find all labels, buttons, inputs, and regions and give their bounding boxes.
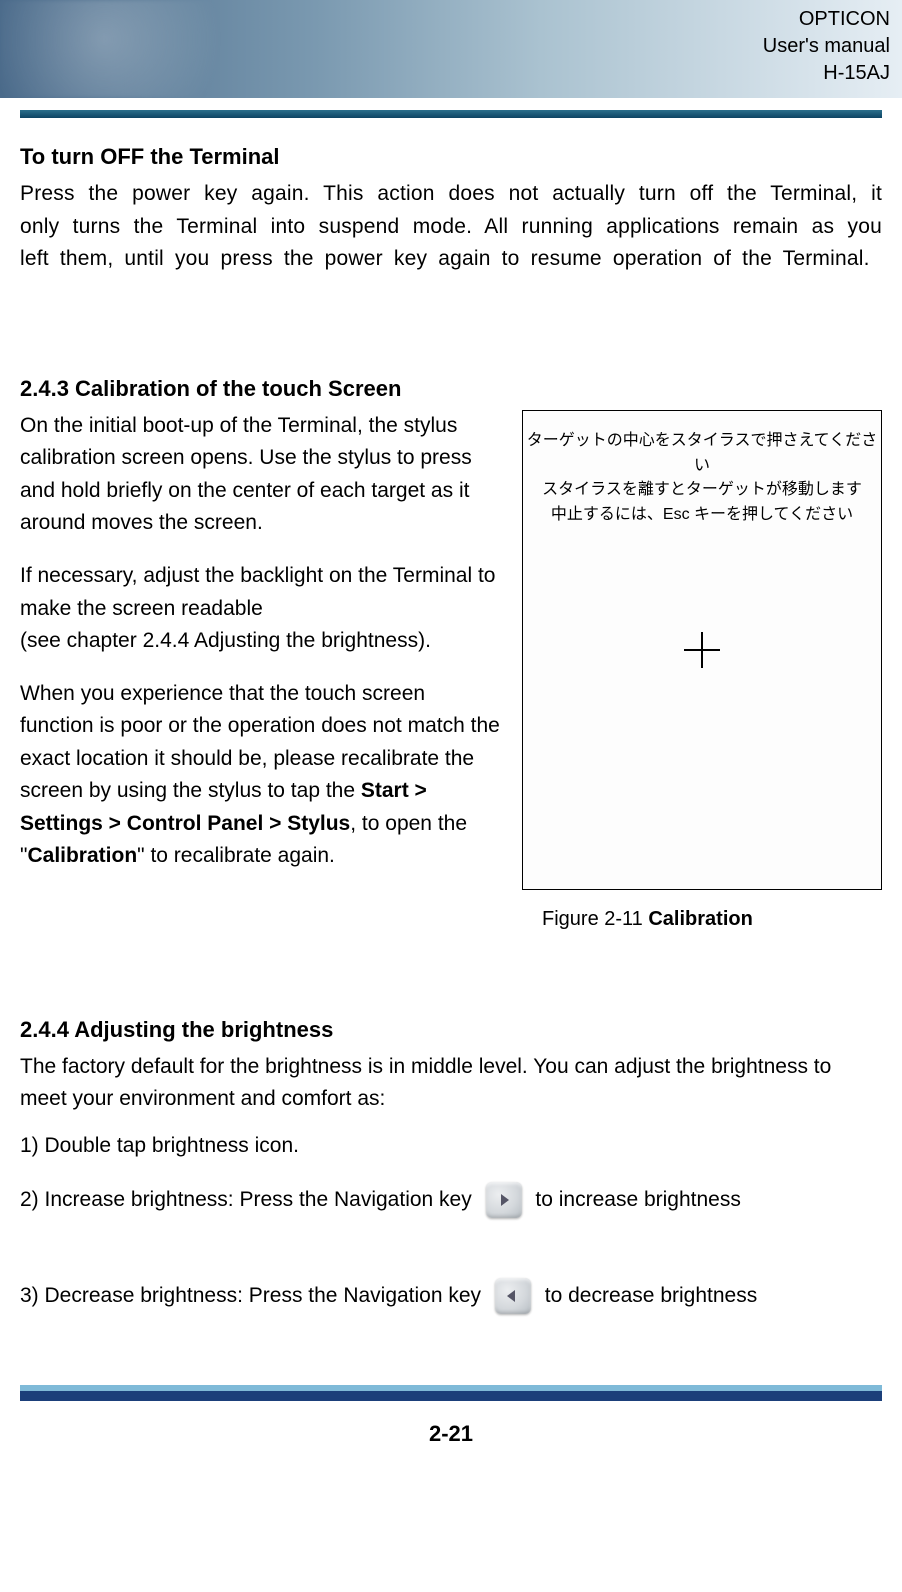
calibration-screenshot: ターゲットの中心をスタイラスで押さえてください スタイラスを離すとターゲットが移… [522, 410, 882, 890]
calib-instruction-jp-1: ターゲットの中心をスタイラスで押さえてください [523, 429, 881, 479]
header-text-block: OPTICON User's manual H-15AJ [763, 6, 890, 87]
spacer [20, 294, 882, 364]
nav-right-icon [486, 1182, 522, 1218]
brightness-intro: The factory default for the brightness i… [20, 1051, 882, 1116]
crosshair-icon [682, 630, 722, 670]
step3-post: to decrease brightness [545, 1284, 757, 1307]
calibration-figure: ターゲットの中心をスタイラスで押さえてください スタイラスを離すとターゲットが移… [522, 410, 882, 935]
brand-name: OPTICON [763, 6, 890, 33]
calib-instruction-jp-3: 中止するには、Esc キーを押してください [523, 503, 881, 528]
calibration-wrapper: ターゲットの中心をスタイラスで押さえてください スタイラスを離すとターゲットが移… [20, 410, 882, 935]
step2-post: to increase brightness [535, 1188, 740, 1211]
brightness-step3: 3) Decrease brightness: Press the Naviga… [20, 1273, 882, 1319]
document-header: OPTICON User's manual H-15AJ [0, 0, 902, 98]
caption-bold: Calibration [648, 908, 752, 930]
section-turn-off-body: Press the power key again. This action d… [20, 178, 882, 276]
spacer [20, 935, 882, 1005]
calib-p3-post: " to recalibrate again. [137, 844, 335, 867]
calib-p2-line2: (see chapter 2.4.4 Adjusting the brightn… [20, 629, 431, 652]
brightness-step2: 2) Increase brightness: Press the Naviga… [20, 1177, 882, 1223]
header-accent-bar [20, 110, 882, 118]
doc-type: User's manual [763, 33, 890, 60]
calib-p2: If necessary, adjust the backlight on th… [20, 560, 504, 658]
calib-p2-line1: If necessary, adjust the backlight on th… [20, 564, 495, 620]
brightness-step1: 1) Double tap brightness icon. [20, 1130, 882, 1163]
caption-prefix: Figure 2-11 [542, 908, 648, 930]
calib-p3-pre: When you experience that the touch scree… [20, 682, 500, 803]
nav-left-icon [495, 1278, 531, 1314]
figure-caption: Figure 2-11 Calibration [522, 904, 882, 935]
spacer [20, 1237, 882, 1259]
calib-p3: When you experience that the touch scree… [20, 678, 504, 873]
spacer [0, 1333, 902, 1367]
calib-p3-bold-calib: Calibration [27, 844, 137, 867]
step3-pre: 3) Decrease brightness: Press the Naviga… [20, 1284, 487, 1307]
calibration-left-column: On the initial boot-up of the Terminal, … [20, 410, 504, 873]
footer-bar-dark [20, 1391, 882, 1401]
section-turn-off-title: To turn OFF the Terminal [20, 140, 882, 174]
step2-pre: 2) Increase brightness: Press the Naviga… [20, 1188, 478, 1211]
section-calibration-title: 2.4.3 Calibration of the touch Screen [20, 372, 882, 406]
calib-instruction-jp-2: スタイラスを離すとターゲットが移動します [523, 478, 881, 503]
page-number: 2-21 [0, 1417, 902, 1451]
model-number: H-15AJ [763, 60, 890, 87]
calib-p1: On the initial boot-up of the Terminal, … [20, 410, 504, 540]
section-brightness-title: 2.4.4 Adjusting the brightness [20, 1013, 882, 1047]
